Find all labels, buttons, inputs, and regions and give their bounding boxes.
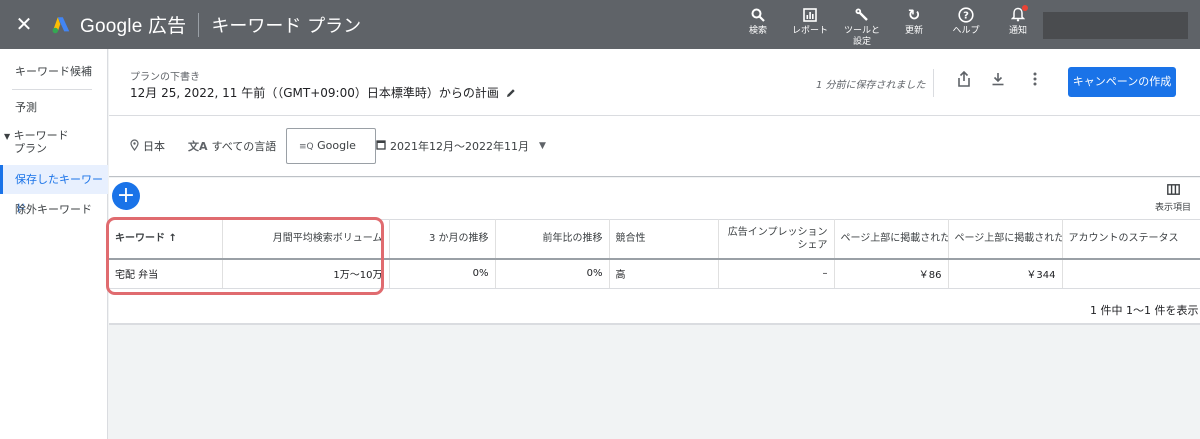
search-button[interactable]: 検索 — [732, 4, 784, 48]
keywords-table-card: + 表示項目 キーワード ↑ 月間平均検索ボリューム 3 か月の推移 前年比の推… — [109, 178, 1200, 325]
top-of-page-bid-low-cell: ￥86 — [834, 258, 949, 289]
location-pin-icon — [130, 138, 139, 154]
sidebar-item-label: キーワード候補 — [15, 65, 92, 78]
table-row[interactable]: 宅配 弁当 1万～10万 0% 0% 高 – ￥86 ￥344 — [109, 258, 1200, 289]
report-icon — [784, 4, 836, 26]
notifications-button[interactable]: 通知 — [992, 4, 1044, 48]
table-header-row: キーワード ↑ 月間平均検索ボリューム 3 か月の推移 前年比の推移 競合性 広… — [109, 219, 1200, 260]
column-header-yoy-change[interactable]: 前年比の推移 — [495, 219, 610, 260]
help-label: ヘルプ — [952, 26, 980, 36]
sidebar-item-keyword-plan[interactable]: ▼ キーワード プラン — [0, 130, 108, 158]
three-month-change-cell: 0% — [389, 258, 496, 289]
avg-monthly-searches-cell: 1万～10万 — [222, 258, 390, 289]
column-header-keyword[interactable]: キーワード ↑ — [109, 219, 223, 260]
help-icon: ? — [940, 4, 992, 26]
plan-title-text: 12月 25, 2022, 11 午前（（GMT+09:00）日本標準時）からの… — [130, 86, 499, 100]
divider — [933, 69, 934, 97]
help-button[interactable]: ? ヘルプ — [940, 4, 992, 48]
column-header-top-of-page-bid-high[interactable]: ページ上部に掲載された! — [948, 219, 1063, 260]
pencil-icon[interactable] — [506, 88, 516, 98]
calendar-icon — [376, 139, 386, 153]
bell-icon — [992, 4, 1044, 26]
pagination-summary: 1 件中 1～1 件を表示 — [1090, 304, 1199, 317]
date-range-label: 2021年12月～2022年11月 — [390, 140, 529, 153]
ad-impression-share-cell: – — [718, 258, 835, 289]
sidebar-item-label: キーワード — [13, 129, 69, 142]
sidebar-item-label: 予測 — [15, 101, 37, 114]
plan-header: プランの下書き 12月 25, 2022, 11 午前（（GMT+09:00）日… — [109, 49, 1200, 116]
wrench-icon — [836, 4, 888, 26]
dropdown-arrow-icon: ▼ — [538, 141, 546, 151]
columns-label: 表示項目 — [1154, 203, 1191, 213]
network-filter[interactable]: ≡Q Google — [286, 128, 376, 164]
draft-label: プランの下書き — [130, 72, 200, 83]
divider — [198, 12, 200, 37]
language-filter[interactable]: 文A すべての言語 — [188, 138, 276, 154]
caret-down-icon: ▼ — [4, 132, 11, 141]
column-header-ad-impression-share[interactable]: 広告インプレッション シェア — [718, 219, 835, 260]
google-ads-logo-icon — [52, 16, 70, 33]
refresh-label: 更新 — [904, 26, 923, 36]
language-label: すべての言語 — [211, 140, 277, 153]
date-range-filter[interactable]: 2021年12月～2022年11月 ▼ — [376, 138, 546, 154]
column-header-top-of-page-bid-low[interactable]: ページ上部に掲載された! — [834, 219, 949, 260]
search-network-icon: ≡Q — [299, 142, 314, 152]
saved-status: 1 分前に保存されました — [816, 80, 926, 91]
tools-label: ツールと — [843, 26, 880, 36]
columns-icon — [1153, 184, 1193, 200]
columns-button[interactable]: 表示項目 — [1153, 184, 1193, 213]
keyword-cell: 宅配 弁当 — [109, 258, 223, 289]
share-icon — [958, 70, 970, 87]
search-icon — [732, 4, 784, 26]
location-label: 日本 — [143, 140, 165, 153]
column-header-three-month-change[interactable]: 3 か月の推移 — [389, 219, 496, 260]
settings-label: 設定 — [852, 37, 871, 47]
plan-title: 12月 25, 2022, 11 午前（（GMT+09:00）日本標準時）からの… — [130, 84, 516, 101]
column-header-account-status[interactable]: アカウントのステータス — [1062, 219, 1200, 260]
sidebar-item-label: プラン — [14, 142, 47, 155]
sidebar-item-label: 除外キーワード — [15, 203, 92, 216]
sidebar-item-forecast[interactable]: 予測 — [0, 99, 108, 117]
report-label: レポート — [791, 26, 828, 36]
filter-bar: 日本 文A すべての言語 ≡Q Google 2021年12月～2022年11月… — [109, 116, 1200, 177]
notifications-label: 通知 — [1008, 26, 1027, 36]
location-filter[interactable]: 日本 — [130, 138, 165, 154]
sidebar-item-keyword-ideas[interactable]: キーワード候補 — [0, 63, 108, 81]
main-content: プランの下書き 12月 25, 2022, 11 午前（（GMT+09:00）日… — [109, 49, 1200, 439]
translate-icon: 文A — [188, 140, 208, 153]
sidebar: キーワード候補 予測 ▼ キーワード プラン 保存したキーワード 除外キーワード — [0, 49, 108, 439]
column-header-competition[interactable]: 競合性 — [609, 219, 719, 260]
column-header-avg-monthly-searches[interactable]: 月間平均検索ボリューム — [222, 219, 390, 260]
sidebar-item-saved-keywords[interactable]: 保存したキーワード — [0, 165, 108, 215]
share-button[interactable] — [954, 70, 974, 91]
report-button[interactable]: レポート — [784, 4, 836, 48]
refresh-icon: ↻ — [907, 6, 921, 24]
close-icon[interactable]: ✕ — [0, 0, 48, 49]
tools-settings-button[interactable]: ツールと 設定 — [836, 4, 888, 48]
refresh-button[interactable]: ↻ 更新 — [888, 4, 940, 48]
more-options-button[interactable] — [1025, 71, 1045, 91]
sidebar-item-negative-keywords[interactable]: 除外キーワード — [0, 201, 108, 219]
brand-name: Google 広告 — [80, 16, 187, 37]
top-actions: 検索 レポート ツールと 設定 ↻ 更新 ? ヘルプ 通知 — [732, 4, 1044, 48]
create-campaign-button[interactable]: キャンペーンの作成 — [1068, 67, 1176, 97]
keywords-table: キーワード ↑ 月間平均検索ボリューム 3 か月の推移 前年比の推移 競合性 広… — [109, 219, 1200, 289]
download-icon — [992, 73, 1004, 86]
add-keyword-button[interactable]: + — [112, 182, 140, 210]
page-title: キーワード プラン — [211, 15, 362, 37]
notification-dot — [1022, 5, 1028, 11]
sidebar-divider — [12, 89, 92, 90]
top-of-page-bid-high-cell: ￥344 — [948, 258, 1063, 289]
plus-icon: + — [116, 183, 136, 208]
account-switcher[interactable] — [1043, 12, 1188, 39]
account-status-cell — [1062, 258, 1200, 289]
search-label: 検索 — [748, 26, 767, 36]
top-bar: ✕ Google 広告 キーワード プラン 検索 レポート ツールと 設定 ↻ … — [0, 0, 1200, 49]
network-label: Google — [317, 139, 356, 152]
yoy-change-cell: 0% — [495, 258, 610, 289]
more-vert-icon — [1033, 72, 1037, 86]
svg-text:?: ? — [963, 11, 969, 22]
competition-cell: 高 — [609, 258, 719, 289]
download-button[interactable] — [988, 71, 1008, 91]
